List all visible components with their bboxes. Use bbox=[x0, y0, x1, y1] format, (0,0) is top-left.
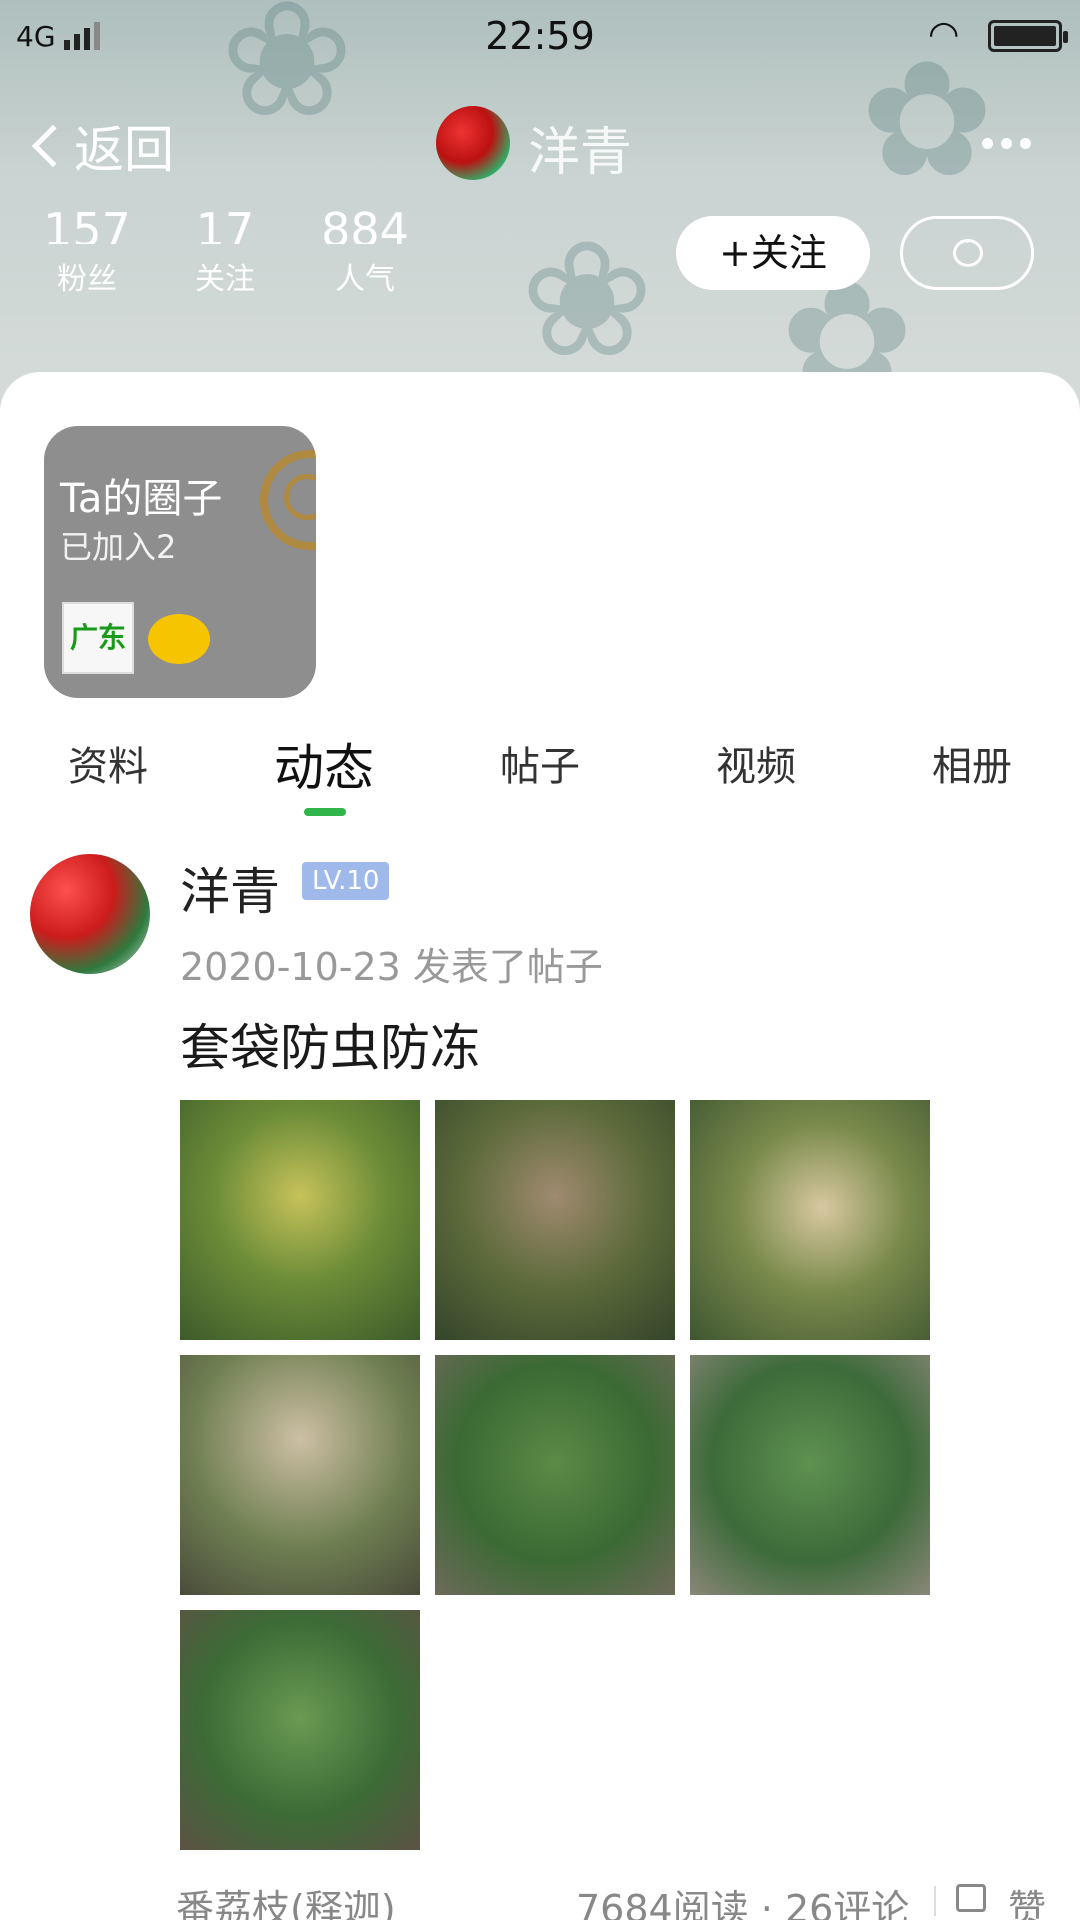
like-button[interactable]: 赞 bbox=[1008, 1878, 1046, 1920]
battery-icon bbox=[988, 20, 1068, 52]
post-image[interactable] bbox=[435, 1100, 675, 1340]
status-time: 22:59 bbox=[485, 14, 595, 58]
post-title[interactable]: 套袋防虫防冻 bbox=[180, 1008, 480, 1080]
circle-chat-icon[interactable] bbox=[148, 614, 210, 664]
chat-bubble-icon bbox=[953, 230, 983, 267]
circles-card[interactable]: Ta的圈子 已加入2 广东 bbox=[44, 426, 316, 698]
post-image[interactable] bbox=[180, 1610, 420, 1850]
level-badge: LV.10 bbox=[302, 862, 390, 900]
stat-popularity[interactable]: 884 人气 bbox=[300, 200, 430, 298]
circle-badge-guangdong[interactable]: 广东 bbox=[62, 602, 134, 674]
tab-activity[interactable]: 动态 bbox=[244, 728, 404, 800]
tab-posts[interactable]: 帖子 bbox=[460, 734, 620, 792]
tab-active-indicator bbox=[304, 808, 346, 816]
stat-value: 884 bbox=[321, 203, 409, 244]
stat-value: 17 bbox=[195, 203, 255, 244]
post-image[interactable] bbox=[690, 1100, 930, 1340]
stat-following[interactable]: 17 关注 bbox=[160, 200, 290, 298]
post-category-link[interactable]: 番荔枝(释迦) bbox=[176, 1878, 396, 1920]
post-image[interactable] bbox=[435, 1355, 675, 1595]
post-meta: 2020-10-23 发表了帖子 bbox=[180, 945, 603, 989]
stat-fans[interactable]: 157 粉丝 bbox=[22, 200, 152, 298]
stat-label: 粉丝 bbox=[57, 262, 117, 297]
post-author-avatar[interactable] bbox=[30, 854, 150, 974]
chevron-left-icon bbox=[31, 124, 75, 168]
post-image[interactable] bbox=[180, 1100, 420, 1340]
post-footer: 番荔枝(释迦) 7684阅读 · 26评论 赞 bbox=[0, 1878, 1080, 1920]
circles-joined-count: 已加入2 bbox=[60, 528, 177, 566]
page-title: 洋青 bbox=[528, 123, 633, 183]
stat-value: 157 bbox=[43, 203, 131, 244]
avatar[interactable] bbox=[436, 106, 510, 180]
post-image[interactable] bbox=[180, 1355, 420, 1595]
message-button[interactable] bbox=[900, 216, 1034, 290]
post-image[interactable] bbox=[690, 1355, 930, 1595]
post-read-comment-stats: 7684阅读 · 26评论 bbox=[576, 1887, 910, 1920]
back-button[interactable]: 返回 bbox=[28, 110, 174, 182]
follow-button[interactable]: +关注 bbox=[676, 216, 870, 290]
circle-logo-icon bbox=[260, 450, 316, 550]
more-options-icon[interactable] bbox=[982, 138, 1031, 149]
flower-decoration-icon: ❀ bbox=[520, 206, 655, 393]
stat-label: 关注 bbox=[195, 262, 255, 297]
tab-profile[interactable]: 资料 bbox=[28, 734, 188, 792]
status-bar: 4G 22:59 ◠ bbox=[0, 0, 1080, 76]
tab-album[interactable]: 相册 bbox=[892, 734, 1052, 792]
profile-tabs: 资料 动态 帖子 视频 相册 bbox=[0, 734, 1080, 797]
post-author-name[interactable]: 洋青 bbox=[180, 852, 280, 924]
divider bbox=[934, 1886, 936, 1916]
wifi-icon: ◠ bbox=[928, 14, 960, 55]
circles-title: Ta的圈子 bbox=[60, 476, 223, 522]
stat-label: 人气 bbox=[335, 262, 395, 297]
tab-videos[interactable]: 视频 bbox=[676, 734, 836, 792]
thumbs-up-icon[interactable] bbox=[956, 1884, 986, 1912]
back-label: 返回 bbox=[74, 121, 174, 179]
